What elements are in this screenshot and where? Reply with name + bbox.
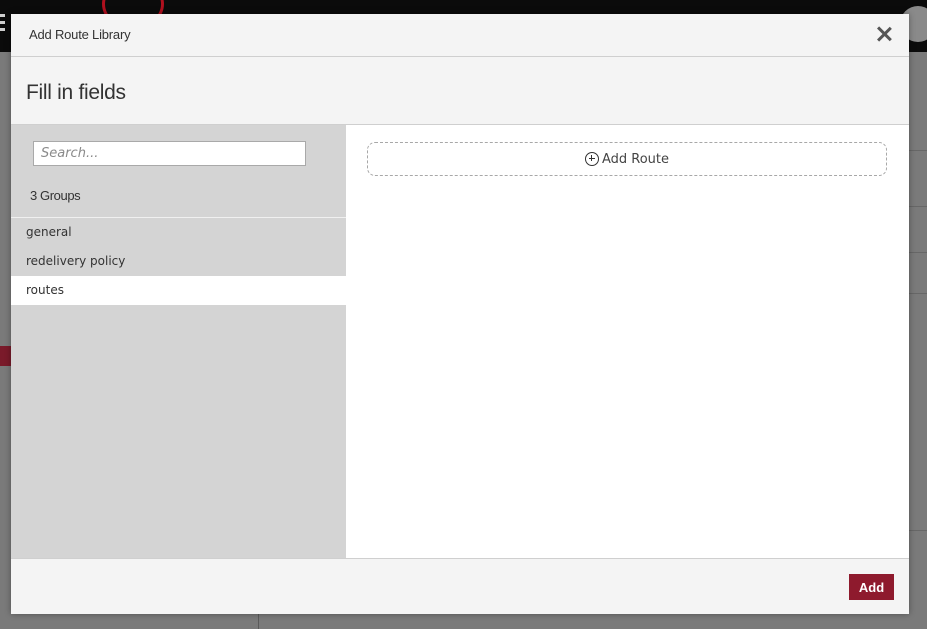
add-button[interactable]: Add [849, 574, 894, 600]
group-item-general[interactable]: general [11, 218, 346, 247]
background-divider [909, 150, 927, 151]
group-list: general redelivery policy routes [11, 218, 346, 305]
dialog-footer: Add [11, 558, 909, 614]
search-input[interactable] [33, 141, 306, 166]
dialog-subheader: Fill in fields [11, 57, 909, 125]
background-divider [909, 252, 927, 253]
dialog-title: Add Route Library [29, 27, 131, 42]
background-divider [909, 293, 927, 294]
close-icon[interactable] [875, 25, 893, 43]
group-item-redelivery-policy[interactable]: redelivery policy [11, 247, 346, 276]
background-divider [258, 613, 259, 629]
group-item-routes[interactable]: routes [11, 276, 346, 305]
background-divider [909, 530, 927, 531]
page-title: Fill in fields [26, 81, 126, 104]
add-route-label: Add Route [601, 151, 670, 167]
groups-panel: 3 Groups general redelivery policy route… [11, 125, 346, 558]
add-route-button[interactable]: Add Route [367, 142, 887, 176]
background-divider [909, 206, 927, 207]
hamburger-icon [0, 14, 5, 32]
add-route-library-dialog: Add Route Library Fill in fields 3 Group… [11, 14, 909, 614]
plus-circle-icon [584, 152, 599, 166]
dialog-header: Add Route Library [11, 14, 909, 57]
background-accent-tab [0, 346, 11, 366]
dialog-body: 3 Groups general redelivery policy route… [11, 125, 909, 558]
groups-count: 3 Groups [30, 188, 81, 203]
fields-panel: Add Route [346, 125, 909, 558]
